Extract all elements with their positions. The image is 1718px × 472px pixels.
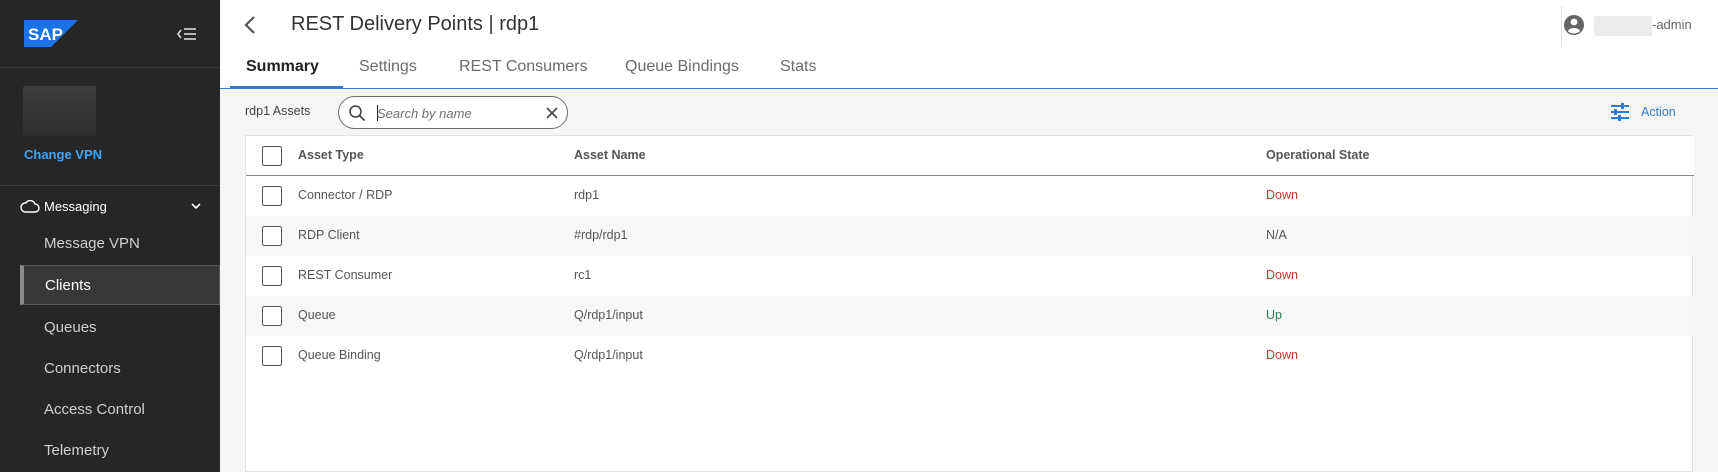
asset-type-cell: Queue Binding (298, 348, 381, 362)
tune-icon (1611, 103, 1629, 121)
tab-bar: Summary Settings REST Consumers Queue Bi… (220, 52, 1718, 89)
sap-logo: SAP (24, 20, 78, 47)
table-header: Asset Type Asset Name Operational State (246, 136, 1694, 176)
row-checkbox[interactable] (262, 306, 282, 326)
row-checkbox[interactable] (262, 266, 282, 286)
sidebar-header: SAP (0, 0, 220, 68)
app-root: SAP Change VPN Messaging Message VPN Cli… (0, 0, 1718, 472)
sidebar-item-telemetry[interactable]: Telemetry (20, 430, 220, 470)
operational-state-cell: Down (1266, 348, 1298, 362)
operational-state-cell: Down (1266, 188, 1298, 202)
username-suffix[interactable]: -admin (1652, 17, 1692, 32)
table-row[interactable]: Connector / RDP rdp1 Down (246, 176, 1694, 216)
cloud-icon (20, 199, 40, 213)
sidebar: SAP Change VPN Messaging Message VPN Cli… (0, 0, 220, 472)
search-icon (349, 105, 366, 122)
assets-table: Asset Type Asset Name Operational State … (245, 135, 1694, 472)
select-all-checkbox[interactable] (262, 146, 282, 166)
asset-type-cell: REST Consumer (298, 268, 393, 282)
operational-state-cell: N/A (1266, 228, 1287, 242)
sidebar-item-message-vpn[interactable]: Message VPN (20, 223, 220, 263)
action-label: Action (1641, 105, 1676, 119)
search-box (338, 96, 568, 129)
vpn-block: Change VPN (0, 68, 220, 186)
tab-stats[interactable]: Stats (780, 58, 816, 88)
sidebar-item-queues[interactable]: Queues (20, 307, 220, 347)
operational-state-cell: Up (1266, 308, 1282, 322)
asset-name-cell: Q/rdp1/input (574, 308, 643, 322)
asset-name-cell: Q/rdp1/input (574, 348, 643, 362)
user-account-icon[interactable] (1563, 14, 1585, 36)
messaging-section-header[interactable]: Messaging (0, 192, 220, 220)
search-input[interactable] (377, 102, 537, 124)
sidebar-item-connectors[interactable]: Connectors (20, 348, 220, 388)
table-row[interactable]: Queue Binding Q/rdp1/input Down (246, 336, 1694, 376)
page-title: REST Delivery Points | rdp1 (291, 13, 540, 35)
collapse-menu-icon[interactable] (176, 23, 198, 45)
assets-label: rdp1 Assets (245, 104, 311, 118)
header-divider (1561, 6, 1562, 46)
row-checkbox[interactable] (262, 226, 282, 246)
operational-state-cell: Down (1266, 268, 1298, 282)
clear-search-icon[interactable] (544, 105, 560, 121)
back-arrow-icon[interactable] (240, 14, 262, 36)
tab-settings[interactable]: Settings (359, 58, 417, 88)
sidebar-item-clients[interactable]: Clients (20, 265, 220, 305)
asset-type-cell: Queue (298, 308, 336, 322)
column-header-asset-type[interactable]: Asset Type (298, 148, 364, 162)
action-button[interactable]: Action (1609, 101, 1676, 123)
table-row[interactable]: Queue Q/rdp1/input Up (246, 296, 1694, 336)
row-checkbox[interactable] (262, 186, 282, 206)
chevron-down-icon (191, 203, 201, 210)
sidebar-item-access-control[interactable]: Access Control (20, 389, 220, 429)
svg-text:SAP: SAP (28, 25, 63, 44)
change-vpn-link[interactable]: Change VPN (24, 147, 102, 162)
username-redacted (1594, 16, 1652, 36)
column-header-operational-state[interactable]: Operational State (1266, 148, 1370, 162)
tab-rest-consumers[interactable]: REST Consumers (459, 58, 588, 88)
asset-name-cell: rc1 (574, 268, 592, 282)
column-header-asset-name[interactable]: Asset Name (574, 148, 646, 162)
row-checkbox[interactable] (262, 346, 282, 366)
table-row[interactable]: REST Consumer rc1 Down (246, 256, 1694, 296)
tab-summary[interactable]: Summary (246, 58, 319, 88)
asset-type-cell: Connector / RDP (298, 188, 393, 202)
tab-queue-bindings[interactable]: Queue Bindings (625, 58, 739, 88)
vpn-avatar (23, 86, 96, 136)
asset-type-cell: RDP Client (298, 228, 360, 242)
main-panel: REST Delivery Points | rdp1 -admin Summa… (220, 0, 1718, 472)
asset-name-cell: rdp1 (574, 188, 600, 202)
table-row[interactable]: RDP Client #rdp/rdp1 N/A (246, 216, 1694, 256)
messaging-section-label: Messaging (44, 198, 107, 214)
asset-name-cell: #rdp/rdp1 (574, 228, 628, 242)
